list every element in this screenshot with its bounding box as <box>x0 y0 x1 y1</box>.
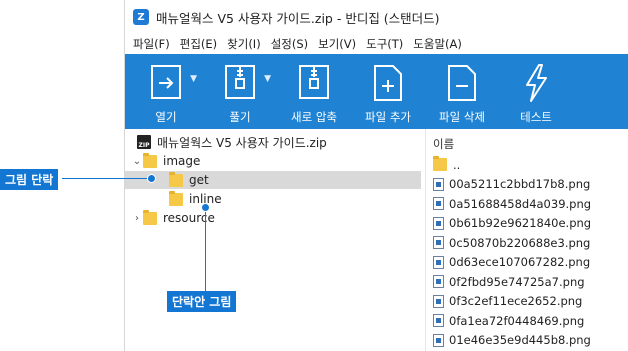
pane-splitter[interactable] <box>425 129 426 351</box>
tree-item-get-label: get <box>189 173 209 187</box>
list-item[interactable]: 0f2fbd95e74725a7.png <box>431 272 628 292</box>
list-item[interactable]: 0fa1ea72f0448469.png <box>431 311 628 331</box>
list-item[interactable]: 0b61b92e9621840e.png <box>431 214 628 234</box>
image-file-icon <box>433 216 444 230</box>
add-file-icon <box>374 65 402 101</box>
delete-file-label: 파일 삭제 <box>439 110 485 124</box>
folder-icon <box>169 171 183 187</box>
list-item-label: 0f2fbd95e74725a7.png <box>449 274 585 289</box>
open-dropdown-icon[interactable]: ▼ <box>190 74 197 84</box>
new-archive-label: 새로 압축 <box>291 110 337 124</box>
list-item-label: 0b61b92e9621840e.png <box>449 216 592 231</box>
callout-paragraph-image: 그림 단락 <box>0 169 59 190</box>
menu-find[interactable]: 찾기(I) <box>227 36 261 52</box>
test-label: 테스트 <box>520 110 552 124</box>
test-button[interactable]: 테스트 <box>499 54 573 129</box>
extract-label: 풀기 <box>229 110 251 124</box>
extract-icon <box>225 65 255 99</box>
callout-line-paragraph <box>62 178 148 179</box>
list-item-label: 00a5211c2bbd17b8.png <box>449 177 591 192</box>
image-file-icon <box>433 333 444 347</box>
open-label: 열기 <box>155 110 177 124</box>
add-file-button[interactable]: 파일 추가 <box>351 54 425 129</box>
tree-item-resource[interactable]: › resource <box>125 209 427 227</box>
open-button[interactable]: 열기 ▼ <box>129 54 203 129</box>
column-header-name[interactable]: 이름 <box>431 133 628 155</box>
menu-edit[interactable]: 편집(E) <box>180 36 217 52</box>
file-list: 이름 .. 00a5211c2bbd17b8.png 0a51688458d4a… <box>431 129 628 351</box>
list-item[interactable]: 0c50870b220688e3.png <box>431 233 628 253</box>
list-item[interactable]: 00a5211c2bbd17b8.png <box>431 175 628 195</box>
image-file-icon <box>433 255 444 269</box>
list-item[interactable]: 0d63ece107067282.png <box>431 253 628 273</box>
list-item-label: 01e46e35e9d445b8.png <box>449 333 591 348</box>
image-file-icon <box>433 275 444 289</box>
title-bar: Z 매뉴얼웍스 V5 사용자 가이드.zip - 반디집 (스탠더드) <box>125 0 628 34</box>
list-item[interactable]: 01e46e35e9d445b8.png <box>431 331 628 351</box>
extract-button[interactable]: 풀기 ▼ <box>203 54 277 129</box>
toolbar: 열기 ▼ 풀기 ▼ 새로 압축 파일 추가 파일 삭제 테스트 <box>125 54 628 129</box>
image-file-icon <box>433 197 444 211</box>
lightning-icon <box>526 64 547 102</box>
image-file-icon <box>433 314 444 328</box>
tree-item-inline[interactable]: inline <box>125 190 421 208</box>
bandizip-logo-icon: Z <box>133 9 149 25</box>
folder-icon <box>143 152 157 168</box>
content-panes: ZIP 매뉴얼웍스 V5 사용자 가이드.zip ⌄ image get inl… <box>125 129 628 351</box>
tree-item-image[interactable]: ⌄ image <box>125 152 427 170</box>
menu-view[interactable]: 보기(V) <box>318 36 356 52</box>
tree-root-label: 매뉴얼웍스 V5 사용자 가이드.zip <box>157 135 327 150</box>
callout-marker-inline <box>201 203 210 212</box>
menu-tools[interactable]: 도구(T) <box>366 36 403 52</box>
list-item-parent[interactable]: .. <box>431 155 628 175</box>
list-item-label: 0a51688458d4a039.png <box>449 196 592 211</box>
callout-inline-image: 단락안 그림 <box>167 291 237 312</box>
chevron-right-icon[interactable]: › <box>131 213 143 224</box>
new-archive-button[interactable]: 새로 압축 <box>277 54 351 129</box>
open-archive-icon <box>151 65 181 99</box>
delete-file-icon <box>448 65 476 101</box>
extract-dropdown-icon[interactable]: ▼ <box>264 74 271 84</box>
new-archive-icon <box>299 65 329 99</box>
tree-item-image-label: image <box>163 154 201 168</box>
image-file-icon <box>433 177 444 191</box>
add-file-label: 파일 추가 <box>365 110 411 124</box>
window-title: 매뉴얼웍스 V5 사용자 가이드.zip - 반디집 (스탠더드) <box>156 10 440 26</box>
menu-file[interactable]: 파일(F) <box>133 36 170 52</box>
list-item[interactable]: 0a51688458d4a039.png <box>431 194 628 214</box>
zip-archive-icon: ZIP <box>137 135 151 149</box>
tree-root[interactable]: ZIP 매뉴얼웍스 V5 사용자 가이드.zip <box>125 133 421 151</box>
menu-help[interactable]: 도움말(A) <box>413 36 462 52</box>
folder-icon <box>433 156 447 172</box>
menu-bar: 파일(F) 편집(E) 찾기(I) 설정(S) 보기(V) 도구(T) 도움말(… <box>125 34 628 54</box>
tree-item-resource-label: resource <box>163 211 215 225</box>
callout-marker-paragraph <box>147 174 156 183</box>
callout-line-inline <box>205 207 206 293</box>
list-item-label: 0fa1ea72f0448469.png <box>449 313 585 328</box>
folder-icon <box>143 209 157 225</box>
folder-tree: ZIP 매뉴얼웍스 V5 사용자 가이드.zip ⌄ image get inl… <box>125 129 425 351</box>
delete-file-button[interactable]: 파일 삭제 <box>425 54 499 129</box>
folder-icon <box>169 190 183 206</box>
menu-settings[interactable]: 설정(S) <box>271 36 308 52</box>
list-item-label: 0f3c2ef11ece2652.png <box>449 294 583 309</box>
image-file-icon <box>433 236 444 250</box>
list-item-label: 0d63ece107067282.png <box>449 255 591 270</box>
list-item-label: .. <box>453 157 461 172</box>
list-item[interactable]: 0f3c2ef11ece2652.png <box>431 292 628 312</box>
image-file-icon <box>433 294 444 308</box>
list-item-label: 0c50870b220688e3.png <box>449 235 591 250</box>
chevron-down-icon[interactable]: ⌄ <box>131 156 143 167</box>
tree-item-get[interactable]: get <box>125 171 421 189</box>
